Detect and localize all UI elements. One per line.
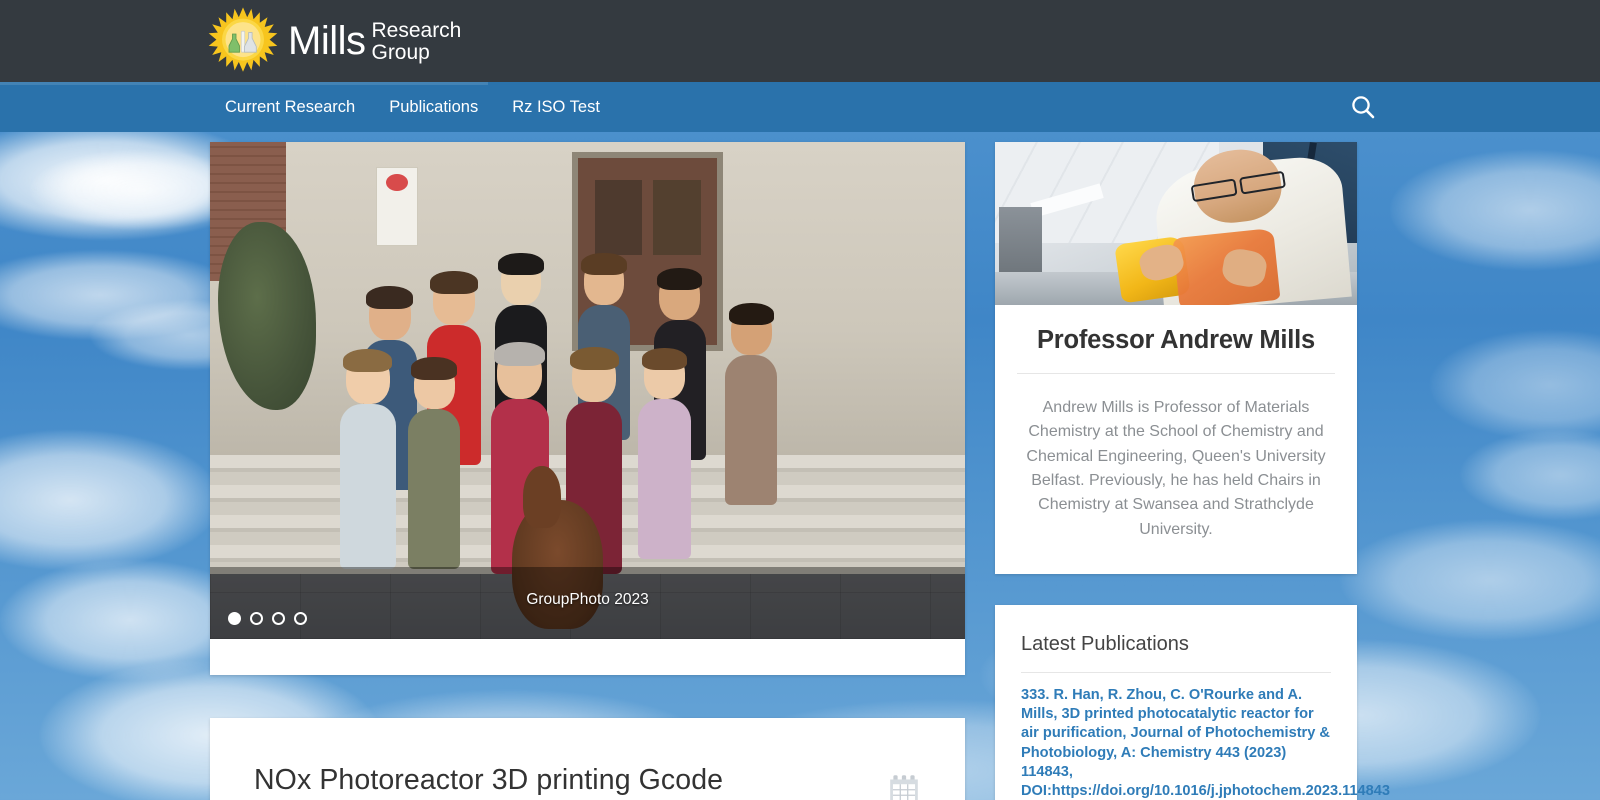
group-member	[638, 347, 691, 560]
main-column: GroupPhoto 2023 NOx Photoreactor 3D prin…	[210, 142, 965, 800]
nav-item-publications[interactable]: Publications	[372, 82, 495, 132]
search-button[interactable]	[1348, 92, 1378, 122]
carousel-dot-4[interactable]	[294, 612, 307, 625]
carousel-card: GroupPhoto 2023	[210, 142, 965, 675]
post-title[interactable]: NOx Photoreactor 3D printing Gcode	[254, 764, 887, 797]
nav-link-publications[interactable]: Publications	[372, 82, 495, 132]
group-member	[339, 348, 396, 570]
search-icon	[1352, 96, 1375, 119]
lab-equipment	[998, 207, 1043, 279]
calendar-icon	[890, 775, 918, 800]
group-member	[408, 357, 461, 570]
carousel-dot-1[interactable]	[228, 612, 241, 625]
brand-text: Mills Research Group	[288, 18, 461, 63]
professor-photo	[995, 142, 1357, 305]
carousel-dots	[228, 612, 307, 625]
page-body: GroupPhoto 2023 NOx Photoreactor 3D prin…	[0, 132, 1600, 800]
post-card[interactable]: NOx Photoreactor 3D printing Gcode Febru…	[210, 718, 965, 800]
publications-list: 333. R. Han, R. Zhou, C. O'Rourke and A.…	[995, 671, 1390, 800]
group-member	[725, 302, 778, 505]
nav-links: Current Research Publications Rz ISO Tes…	[208, 82, 617, 132]
sidebar: Professor Andrew Mills Andrew Mills is P…	[995, 142, 1390, 800]
publication-link[interactable]: 333. R. Han, R. Zhou, C. O'Rourke and A.…	[1021, 686, 1390, 800]
carousel-slide[interactable]: GroupPhoto 2023	[210, 142, 965, 639]
sun-flasks-logo-icon	[208, 7, 278, 72]
nav-active-strip	[0, 82, 488, 85]
carousel-dot-3[interactable]	[272, 612, 285, 625]
publications-title: Latest Publications	[1021, 632, 1189, 655]
carousel-dot-2[interactable]	[250, 612, 263, 625]
main-navigation: Current Research Publications Rz ISO Tes…	[0, 82, 1600, 132]
content-wrapper: GroupPhoto 2023 NOx Photoreactor 3D prin…	[210, 142, 1390, 800]
wall-sign	[376, 166, 418, 247]
latest-publications-card: Latest Publications 333. R. Han, R. Zhou…	[995, 604, 1390, 800]
brand-sub-line2: Group	[371, 41, 430, 64]
professor-name: Professor Andrew Mills	[1036, 326, 1316, 354]
brand-sub-line1: Research	[371, 19, 462, 43]
publication-item[interactable]: 333. R. Han, R. Zhou, C. O'Rourke and A.…	[1021, 671, 1390, 800]
professor-card: Professor Andrew Mills Andrew Mills is P…	[995, 142, 1357, 574]
nav-item-current-research[interactable]: Current Research	[208, 82, 372, 132]
site-header: Mills Research Group	[0, 0, 1600, 82]
nav-item-rz-iso-test[interactable]: Rz ISO Test	[495, 82, 617, 132]
brand-name: Mills	[288, 19, 366, 63]
nav-link-current-research[interactable]: Current Research	[208, 82, 372, 132]
post-text: NOx Photoreactor 3D printing Gcode Febru…	[254, 764, 887, 800]
site-logo-link[interactable]: Mills Research Group	[208, 6, 461, 76]
group-photo-image	[210, 142, 965, 639]
carousel-caption: GroupPhoto 2023	[526, 591, 649, 608]
professor-bio: Andrew Mills is Professor of Materials C…	[1026, 399, 1326, 538]
nav-link-rz-iso-test[interactable]: Rz ISO Test	[495, 82, 617, 132]
brand-subtitle: Research Group	[371, 18, 461, 63]
